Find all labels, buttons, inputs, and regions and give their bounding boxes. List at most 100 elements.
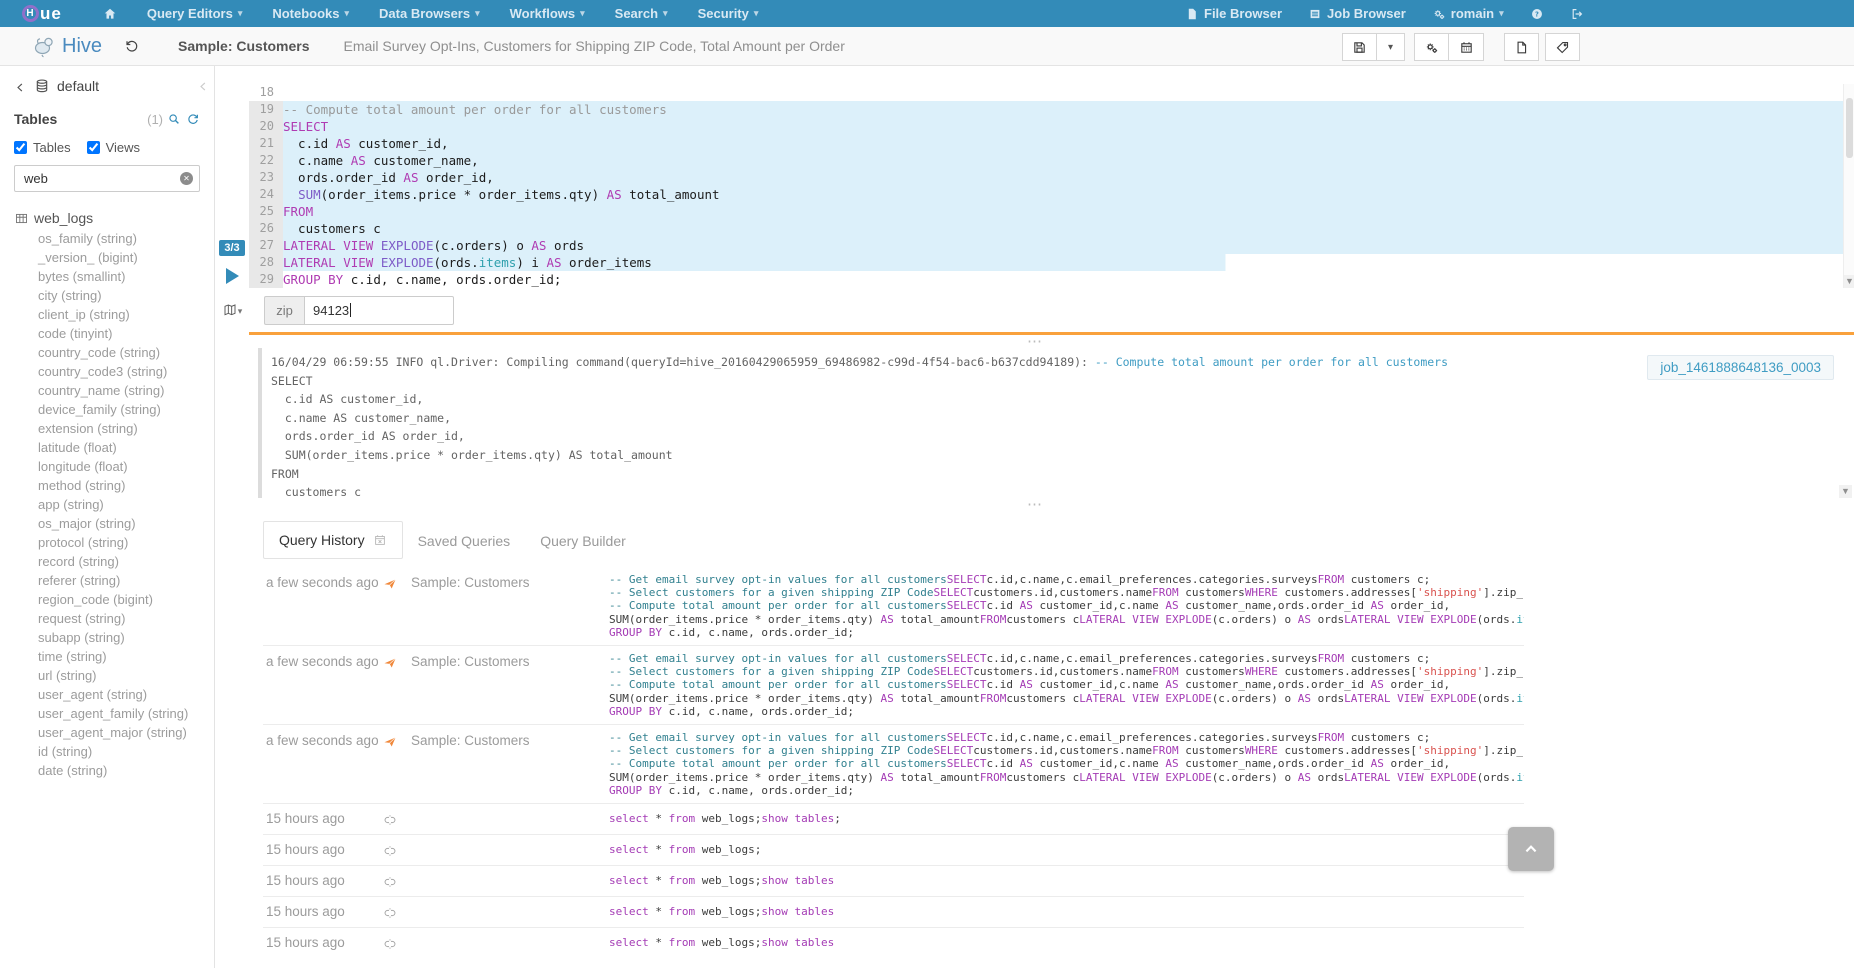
column-item[interactable]: city (string) — [14, 286, 214, 305]
search-tables-button[interactable] — [167, 110, 181, 128]
column-item[interactable]: client_ip (string) — [14, 305, 214, 324]
tab-saved-queries[interactable]: Saved Queries — [403, 523, 526, 559]
editor-line[interactable]: 28LATERAL VIEW EXPLODE(ords.items) i AS … — [249, 254, 1854, 271]
save-button[interactable] — [1342, 33, 1377, 61]
column-item[interactable]: bytes (smallint) — [14, 267, 214, 286]
code-editor[interactable]: 1819-- Compute total amount per order fo… — [249, 84, 1854, 288]
editor-line[interactable]: 20SELECT — [249, 118, 1854, 135]
hue-logo[interactable]: Hue — [22, 4, 62, 24]
column-item[interactable]: code (tinyint) — [14, 324, 214, 343]
tab-query-builder[interactable]: Query Builder — [525, 523, 641, 559]
editor-line[interactable]: 23 ords.order_id AS order_id, — [249, 169, 1854, 186]
new-query-button[interactable] — [1504, 33, 1539, 61]
history-row[interactable]: 15 hours agoselect * from web_logs;show … — [263, 927, 1524, 958]
filter-views-checkbox[interactable] — [87, 141, 100, 154]
save-dropdown-button[interactable]: ▾ — [1377, 33, 1405, 61]
job-link[interactable]: job_1461888648136_0003 — [1647, 355, 1834, 380]
menu-security[interactable]: Security▾ — [683, 0, 774, 27]
tags-button[interactable] — [1545, 33, 1580, 61]
editor-line[interactable]: 27LATERAL VIEW EXPLODE(c.orders) o AS or… — [249, 237, 1854, 254]
help-button[interactable] — [1517, 0, 1557, 27]
column-item[interactable]: url (string) — [14, 666, 214, 685]
variables-toggle[interactable]: ▾ — [215, 301, 249, 319]
menu-notebooks[interactable]: Notebooks▾ — [257, 0, 364, 27]
query-description[interactable]: Email Survey Opt-Ins, Customers for Ship… — [344, 38, 845, 54]
history-timestamp: a few seconds ago — [263, 567, 383, 590]
scrollbar-thumb[interactable] — [1846, 98, 1853, 158]
column-item[interactable]: user_agent_major (string) — [14, 723, 214, 742]
variable-value-input[interactable]: 94123 — [304, 296, 454, 325]
column-item[interactable]: country_code3 (string) — [14, 362, 214, 381]
database-name[interactable]: default — [57, 78, 99, 94]
column-item[interactable]: subapp (string) — [14, 628, 214, 647]
editor-line[interactable]: 18 — [249, 84, 1854, 101]
code-token: AS — [607, 187, 622, 202]
menu-search[interactable]: Search▾ — [600, 0, 683, 27]
tab-query-history[interactable]: Query History — [263, 521, 403, 559]
sign-out-button[interactable] — [1557, 0, 1597, 27]
history-row[interactable]: 15 hours agoselect * from web_logs;show … — [263, 803, 1524, 834]
code-token: LATERAL VIEW EXPLODE — [1344, 613, 1476, 626]
refresh-tables-button[interactable] — [186, 110, 200, 128]
history-row[interactable]: 15 hours agoselect * from web_logs;show … — [263, 865, 1524, 896]
column-item[interactable]: referer (string) — [14, 571, 214, 590]
file-browser-link[interactable]: File Browser — [1172, 0, 1295, 27]
column-item[interactable]: protocol (string) — [14, 533, 214, 552]
editor-line[interactable]: 25FROM — [249, 203, 1854, 220]
schedule-button[interactable] — [1449, 33, 1484, 61]
log-scroll-down-icon[interactable]: ▼ — [1839, 485, 1852, 498]
menu-workflows[interactable]: Workflows▾ — [495, 0, 600, 27]
editor-line[interactable]: 29GROUP BY c.id, c.name, ords.order_id; — [249, 271, 1854, 288]
column-item[interactable]: latitude (float) — [14, 438, 214, 457]
menu-data-browsers[interactable]: Data Browsers▾ — [364, 0, 495, 27]
column-item[interactable]: device_family (string) — [14, 400, 214, 419]
editor-line[interactable]: 26 customers c — [249, 220, 1854, 237]
collapse-panel-handle[interactable] — [197, 78, 210, 96]
history-row[interactable]: a few seconds agoSample: Customers-- Get… — [263, 645, 1524, 724]
execute-button[interactable] — [226, 268, 239, 284]
results-resize-handle[interactable]: ⋯ — [215, 498, 1854, 511]
home-button[interactable] — [88, 0, 132, 27]
history-row[interactable]: 15 hours agoselect * from web_logs;show … — [263, 896, 1524, 927]
query-history-button[interactable] — [124, 37, 140, 55]
column-item[interactable]: user_agent (string) — [14, 685, 214, 704]
filter-tables-checkbox[interactable] — [14, 141, 27, 154]
column-item[interactable]: country_name (string) — [14, 381, 214, 400]
query-title[interactable]: Sample: Customers — [178, 38, 309, 54]
editor-line[interactable]: 21 c.id AS customer_id, — [249, 135, 1854, 152]
history-row[interactable]: a few seconds agoSample: Customers-- Get… — [263, 567, 1524, 645]
clear-filter-icon[interactable]: ✕ — [180, 172, 193, 185]
editor-line[interactable]: 22 c.name AS customer_name, — [249, 152, 1854, 169]
column-item[interactable]: record (string) — [14, 552, 214, 571]
column-item[interactable]: region_code (bigint) — [14, 590, 214, 609]
column-item[interactable]: id (string) — [14, 742, 214, 761]
column-item[interactable]: date (string) — [14, 761, 214, 780]
history-row[interactable]: a few seconds agoSample: Customers-- Get… — [263, 724, 1524, 803]
history-row[interactable]: 15 hours agoselect * from web_logs; — [263, 834, 1524, 865]
user-menu[interactable]: romain▾ — [1419, 0, 1517, 27]
settings-button[interactable] — [1414, 33, 1449, 61]
log-resize-handle[interactable]: ⋯ — [215, 335, 1854, 348]
column-item[interactable]: request (string) — [14, 609, 214, 628]
job-browser-link[interactable]: Job Browser — [1295, 0, 1419, 27]
column-item[interactable]: country_code (string) — [14, 343, 214, 362]
editor-line[interactable]: 24 SUM(order_items.price * order_items.q… — [249, 186, 1854, 203]
column-item[interactable]: longitude (float) — [14, 457, 214, 476]
column-item[interactable]: os_major (string) — [14, 514, 214, 533]
scroll-down-icon[interactable]: ▼ — [1844, 275, 1854, 288]
column-item[interactable]: method (string) — [14, 476, 214, 495]
table-filter-input[interactable] — [14, 165, 200, 192]
scroll-to-top-button[interactable] — [1508, 827, 1554, 871]
back-button[interactable] — [14, 78, 27, 94]
column-item[interactable]: extension (string) — [14, 419, 214, 438]
editor-line[interactable]: 19-- Compute total amount per order for … — [249, 101, 1854, 118]
column-item[interactable]: app (string) — [14, 495, 214, 514]
menu-query-editors[interactable]: Query Editors▾ — [132, 0, 258, 27]
column-item[interactable]: user_agent_family (string) — [14, 704, 214, 723]
table-item-web-logs[interactable]: web_logs — [14, 210, 214, 226]
column-item[interactable]: _version_ (bigint) — [14, 248, 214, 267]
app-name[interactable]: Hive — [62, 35, 102, 58]
column-item[interactable]: time (string) — [14, 647, 214, 666]
column-item[interactable]: os_family (string) — [14, 229, 214, 248]
editor-scrollbar[interactable]: ▼ — [1843, 84, 1854, 288]
